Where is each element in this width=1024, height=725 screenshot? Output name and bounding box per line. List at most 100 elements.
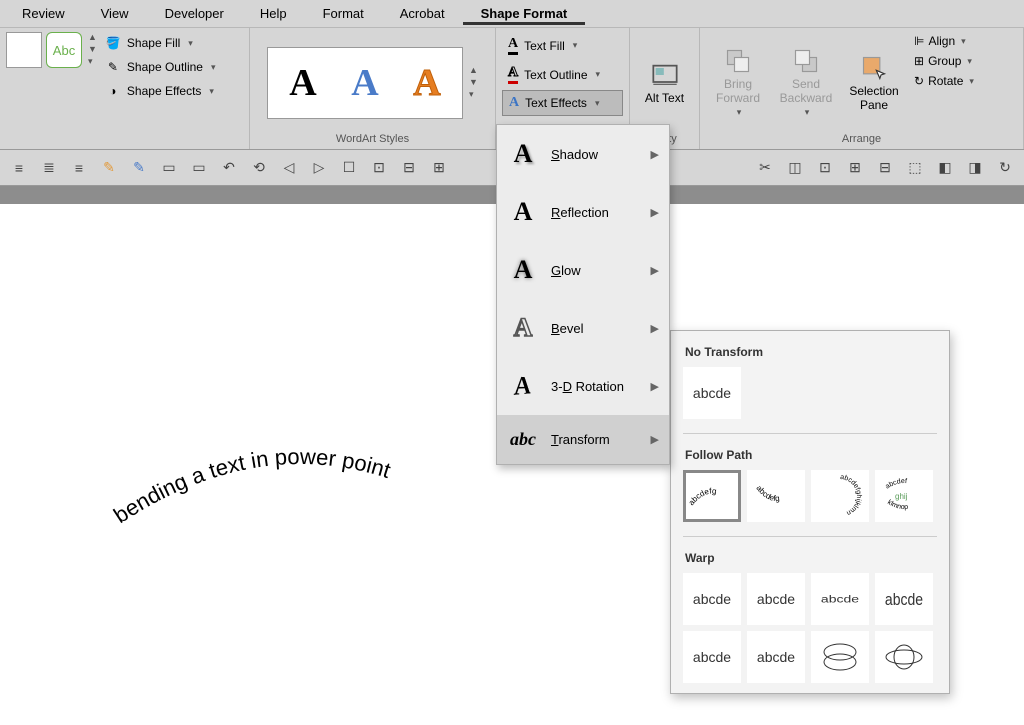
tool-icon[interactable]: ◨ [964,157,986,179]
tool-icon[interactable]: ☐ [338,157,360,179]
fx-bevel-label: Bevel [551,321,584,336]
transform-panel: No Transform abcde Follow Path abcdefg a… [670,330,950,694]
text-outline-button[interactable]: A Text Outline ▾ [502,61,623,88]
warp-plain[interactable]: abcde [683,573,741,625]
align-label: Align [928,34,955,48]
menu-format[interactable]: Format [305,2,382,25]
shape-outline-button[interactable]: ✎ Shape Outline ▾ [101,56,220,78]
svg-text:bending a text in power point: bending a text in power point [110,444,394,528]
tool-icon[interactable]: ⟲ [248,157,270,179]
shape-gallery-down-icon[interactable]: ▼ [88,44,97,54]
tool-icon[interactable]: ⊟ [398,157,420,179]
chevron-down-icon: ▾ [596,69,601,80]
shape-gallery-more-icon[interactable]: ▾ [88,56,97,67]
text-fill-icon: A [508,36,518,55]
group-button[interactable]: ⊞Group▾ [910,52,978,70]
shape-style-thumb-2[interactable]: Abc [46,32,82,68]
menu-review[interactable]: Review [4,2,83,25]
curved-text-object[interactable]: bending a text in power point [110,424,490,549]
alt-text-button[interactable]: Alt Text [636,32,693,133]
fx-glow-label: Glow [551,263,581,278]
menu-developer[interactable]: Developer [147,2,242,25]
chevron-down-icon: ▾ [737,107,742,118]
menu-help[interactable]: Help [242,2,305,25]
group-shape-styles: Abc ▲ ▼ ▾ 🪣 Shape Fill ▾ ✎ Shape Outline… [0,28,250,149]
svg-text:abcdefghijklmn: abcdefghijklmn [840,474,862,516]
tool-icon[interactable]: ⊡ [814,157,836,179]
bucket-icon: 🪣 [105,35,121,51]
tool-icon[interactable]: ✎ [98,157,120,179]
warp-triangle-down[interactable]: abcde [875,573,933,625]
warp-chevron-down[interactable]: abcde [747,631,805,683]
shape-fill-button[interactable]: 🪣 Shape Fill ▾ [101,32,220,54]
tool-icon[interactable]: ≡ [8,157,30,179]
tool-icon[interactable]: ▭ [188,157,210,179]
tool-icon[interactable]: ⊞ [844,157,866,179]
menu-shape-format[interactable]: Shape Format [463,2,586,25]
warp-triangle-up[interactable]: abcde [811,573,869,625]
fx-shadow[interactable]: A Shadow ▶ [497,125,669,183]
chevron-right-icon: ▶ [651,148,659,161]
shadow-icon: A [509,139,537,169]
tool-icon[interactable]: ↶ [218,157,240,179]
align-button[interactable]: ⊫Align▾ [910,32,978,50]
group-label-arrange: Arrange [706,133,1017,147]
shape-gallery-up-icon[interactable]: ▲ [88,32,97,42]
alt-text-icon [651,61,679,89]
wordart-style-3[interactable]: A [398,54,456,112]
menu-bar: Review View Developer Help Format Acroba… [0,0,1024,28]
wordart-down-icon[interactable]: ▼ [469,77,478,87]
menu-acrobat[interactable]: Acrobat [382,2,463,25]
transform-arch-down[interactable]: abcdefg [747,470,805,522]
rotate-button[interactable]: ↻Rotate▾ [910,72,978,90]
text-effects-button[interactable]: A Text Effects ▾ [502,90,623,116]
fx-glow[interactable]: A Glow ▶ [497,241,669,299]
reflection-icon: A [509,197,537,227]
bring-forward-icon [724,47,752,75]
tool-icon[interactable]: ◫ [784,157,806,179]
tool-icon[interactable]: ⊞ [428,157,450,179]
send-backward-button[interactable]: Send Backward▾ [774,32,838,133]
tool-icon[interactable]: ≡ [68,157,90,179]
tool-icon[interactable]: ▷ [308,157,330,179]
tool-icon[interactable]: ▭ [158,157,180,179]
group-btn-label: Group [928,54,961,68]
transform-circle[interactable]: abcdefghijklmn [811,470,869,522]
tool-icon[interactable]: ✂ [754,157,776,179]
fx-transform[interactable]: abc Transform ▶ [497,415,669,464]
selection-pane-button[interactable]: Selection Pane [842,32,906,133]
text-outline-label: Text Outline [524,68,587,82]
tool-icon[interactable]: ⬚ [904,157,926,179]
warp-ring-inside[interactable] [811,631,869,683]
text-effects-label: Text Effects [525,96,587,110]
menu-view[interactable]: View [83,2,147,25]
transform-none[interactable]: abcde [683,367,741,419]
fx-reflection[interactable]: A Reflection ▶ [497,183,669,241]
bring-forward-button[interactable]: Bring Forward▾ [706,32,770,133]
tool-icon[interactable]: ⊡ [368,157,390,179]
tool-icon[interactable]: ↻ [994,157,1016,179]
fx-3d-rotation[interactable]: A 3-D Rotation ▶ [497,357,669,415]
tool-icon[interactable]: ◧ [934,157,956,179]
transform-arch-up[interactable]: abcdefg [683,470,741,522]
rotate-label: Rotate [928,74,963,88]
tool-icon[interactable]: ≣ [38,157,60,179]
warp-ring-outside[interactable] [875,631,933,683]
tool-icon[interactable]: ⊟ [874,157,896,179]
wordart-gallery[interactable]: A A A [267,47,463,119]
shape-style-thumb-1[interactable] [6,32,42,68]
transform-button[interactable]: abcdefghijklmnop [875,470,933,522]
tool-icon[interactable]: ◁ [278,157,300,179]
warp-stop[interactable]: abcde [747,573,805,625]
fx-bevel[interactable]: A Bevel ▶ [497,299,669,357]
tool-icon[interactable]: ✎ [128,157,150,179]
svg-text:abcdef: abcdef [884,478,907,491]
shape-outline-label: Shape Outline [127,60,203,74]
warp-chevron-up[interactable]: abcde [683,631,741,683]
wordart-up-icon[interactable]: ▲ [469,65,478,75]
text-fill-button[interactable]: A Text Fill ▾ [502,32,623,59]
wordart-style-2[interactable]: A [336,54,394,112]
wordart-more-icon[interactable]: ▾ [469,89,478,100]
wordart-style-1[interactable]: A [274,54,332,112]
shape-effects-button[interactable]: ◑ Shape Effects ▾ [101,80,220,102]
